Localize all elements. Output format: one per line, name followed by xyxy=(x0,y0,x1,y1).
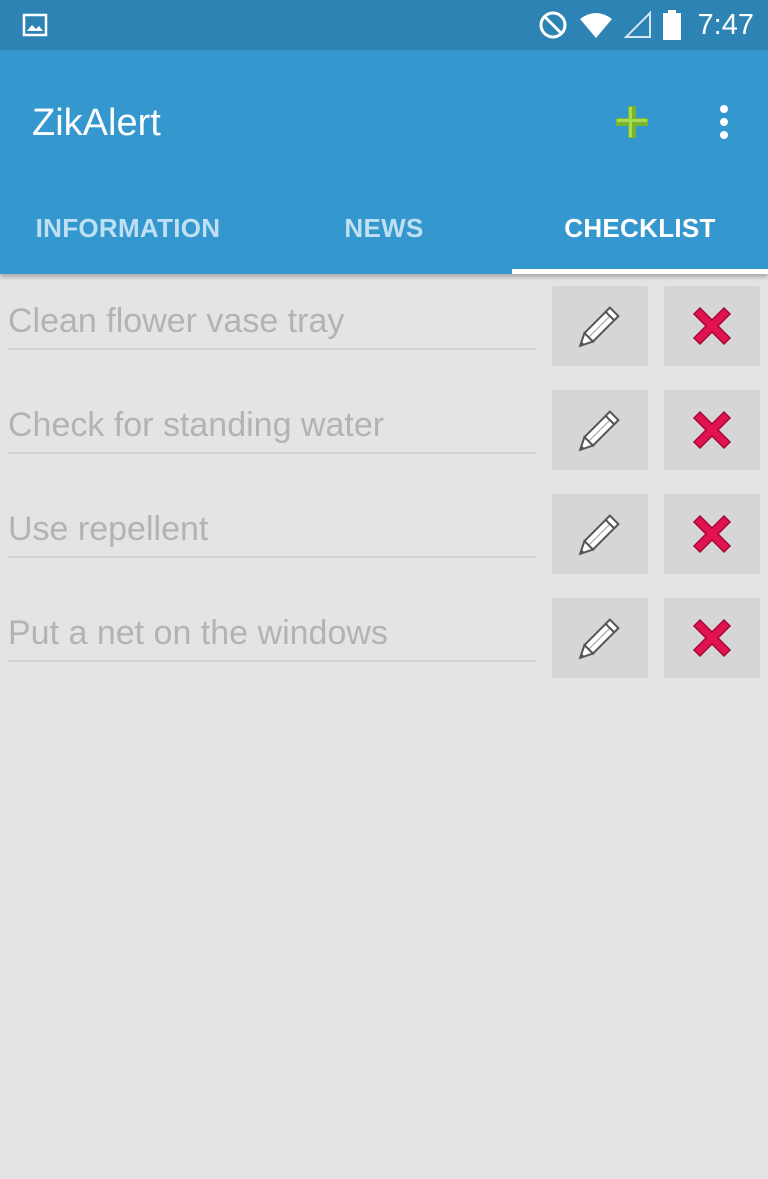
checklist-item: Put a net on the windows xyxy=(0,598,768,702)
red-x-icon xyxy=(692,618,732,658)
pencil-icon xyxy=(578,410,620,452)
edit-item-button[interactable] xyxy=(552,598,648,678)
edit-item-button[interactable] xyxy=(552,390,648,470)
add-item-button[interactable] xyxy=(610,100,654,144)
tab-checklist[interactable]: CHECKLIST xyxy=(512,190,768,274)
more-vertical-icon xyxy=(720,105,728,139)
delete-item-button[interactable] xyxy=(664,494,760,574)
app-bar: ZikAlert INFORMATION NEWS CHECKLIST xyxy=(0,50,768,274)
pencil-icon xyxy=(578,618,620,660)
status-time: 7:47 xyxy=(697,8,754,41)
checklist-item-field[interactable]: Check for standing water xyxy=(8,390,536,454)
pencil-icon xyxy=(578,306,620,348)
checklist-item-field[interactable]: Clean flower vase tray xyxy=(8,286,536,350)
red-x-icon xyxy=(692,410,732,450)
overflow-menu-button[interactable] xyxy=(708,102,740,142)
edit-item-button[interactable] xyxy=(552,494,648,574)
checklist-item: Check for standing water xyxy=(0,390,768,494)
delete-item-button[interactable] xyxy=(664,286,760,366)
tab-news[interactable]: NEWS xyxy=(256,190,512,274)
plus-icon xyxy=(616,106,648,138)
checklist-item-field[interactable]: Put a net on the windows xyxy=(8,598,536,662)
wifi-icon xyxy=(579,13,612,38)
battery-icon xyxy=(662,10,681,40)
tab-information[interactable]: INFORMATION xyxy=(0,190,256,274)
pencil-icon xyxy=(578,514,620,556)
red-x-icon xyxy=(692,306,732,346)
checklist: Clean flower vase tray Check for standin… xyxy=(0,286,768,702)
delete-item-button[interactable] xyxy=(664,598,760,678)
tab-bar: INFORMATION NEWS CHECKLIST xyxy=(0,190,768,274)
delete-item-button[interactable] xyxy=(664,390,760,470)
edit-item-button[interactable] xyxy=(552,286,648,366)
red-x-icon xyxy=(692,514,732,554)
checklist-item: Clean flower vase tray xyxy=(0,286,768,390)
app-title: ZikAlert xyxy=(32,102,161,144)
checklist-item-field[interactable]: Use repellent xyxy=(8,494,536,558)
image-notification-icon xyxy=(22,13,48,37)
do-not-disturb-icon xyxy=(539,11,567,39)
checklist-item: Use repellent xyxy=(0,494,768,598)
status-bar: 7:47 xyxy=(0,0,768,50)
signal-icon xyxy=(623,11,651,38)
